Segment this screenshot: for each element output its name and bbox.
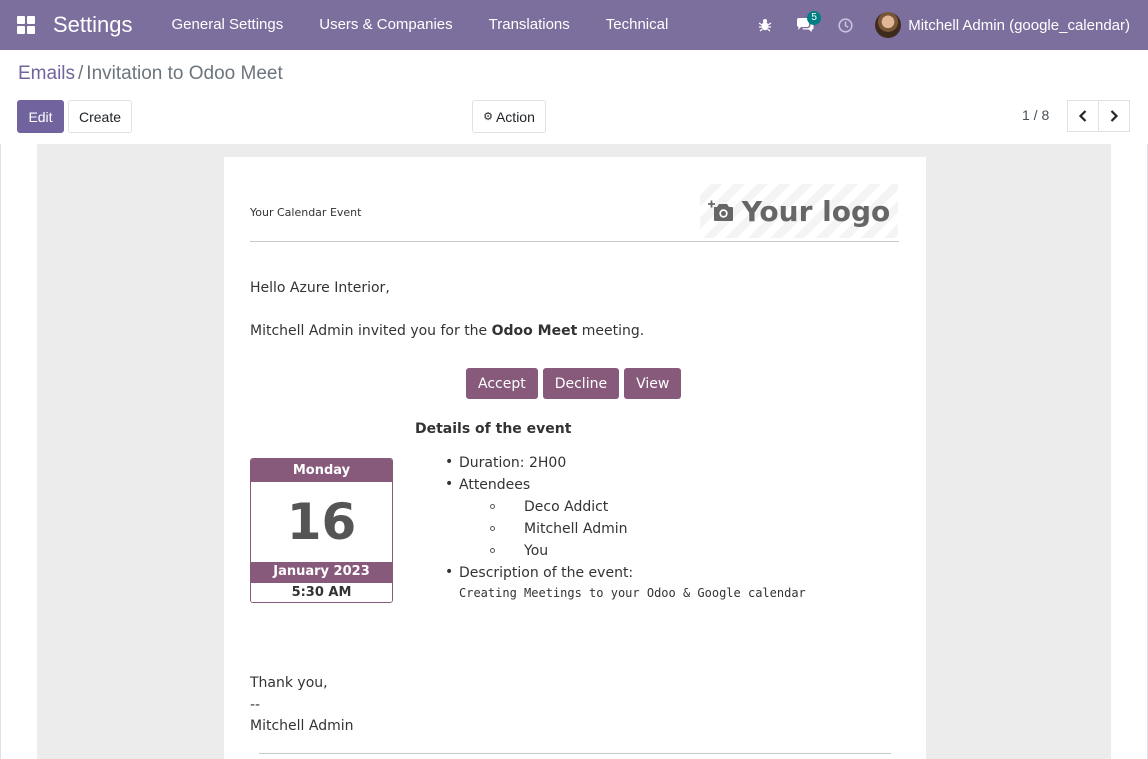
bullet-dot: • xyxy=(445,564,454,580)
details-title: Details of the event xyxy=(415,421,572,437)
pager-previous-button[interactable] xyxy=(1067,100,1099,132)
app-title[interactable]: Settings xyxy=(53,12,133,38)
bullet-circle xyxy=(490,504,495,509)
attendee-item: Deco Addict xyxy=(524,499,609,515)
signature-name: Mitchell Admin xyxy=(250,718,354,734)
invite-event-name: Odoo Meet xyxy=(491,323,578,339)
chevron-right-icon xyxy=(1110,110,1119,122)
logo-text: Your logo xyxy=(741,194,891,228)
attendee-item: You xyxy=(524,543,549,559)
pager-next-button[interactable] xyxy=(1098,100,1130,132)
edit-button[interactable]: Edit xyxy=(17,100,64,133)
top-navbar: Settings General Settings Users & Compan… xyxy=(0,0,1148,50)
activity-clock-icon[interactable] xyxy=(825,0,865,50)
apps-menu-button[interactable] xyxy=(0,0,52,50)
company-logo: Your logo xyxy=(700,184,898,238)
bullet-dot: • xyxy=(445,454,454,470)
messaging-button[interactable]: 5 xyxy=(785,0,825,50)
event-weekday: Monday xyxy=(251,459,392,482)
event-month-year: January 2023 xyxy=(251,562,392,582)
create-button[interactable]: Create xyxy=(68,100,132,133)
menu-general-settings[interactable]: General Settings xyxy=(154,0,302,50)
accept-button[interactable]: Accept xyxy=(466,368,538,399)
event-time: 5:30 AM xyxy=(251,582,392,602)
invite-prefix: Mitchell Admin invited you for the xyxy=(250,323,492,339)
systray: 5 Mitchell Admin (google_calendar) xyxy=(745,0,1148,50)
view-button[interactable]: View xyxy=(624,368,682,399)
camera-plus-icon xyxy=(707,200,733,221)
footer-divider xyxy=(259,753,891,754)
pager-value[interactable]: 1 / 8 xyxy=(1022,107,1049,123)
breadcrumb-current: Invitation to Odoo Meet xyxy=(86,63,283,84)
signature-separator: -- xyxy=(250,697,261,713)
thanks-text: Thank you, xyxy=(250,675,328,691)
decline-button[interactable]: Decline xyxy=(542,368,620,399)
breadcrumb: Emails / Invitation to Odoo Meet xyxy=(18,63,283,85)
menu-users-companies[interactable]: Users & Companies xyxy=(301,0,470,50)
invite-suffix: meeting. xyxy=(577,323,645,339)
action-label: Action xyxy=(495,108,535,125)
bullet-circle xyxy=(490,548,495,553)
description-text: Creating Meetings to your Odoo & Google … xyxy=(459,586,806,600)
attendee-item: Mitchell Admin xyxy=(524,521,628,537)
user-name: Mitchell Admin (google_calendar) xyxy=(908,16,1130,34)
greeting-text: Hello Azure Interior, xyxy=(250,280,390,296)
user-avatar xyxy=(875,12,902,38)
chevron-left-icon xyxy=(1078,110,1087,122)
debug-bug-icon[interactable] xyxy=(745,0,785,50)
menu-technical[interactable]: Technical xyxy=(588,0,687,50)
email-preview-background: Your Calendar Event Your logo Hello Azur… xyxy=(37,144,1111,759)
user-menu[interactable]: Mitchell Admin (google_calendar) xyxy=(865,0,1148,50)
invite-text: Mitchell Admin invited you for the Odoo … xyxy=(250,323,644,339)
description-label: Description of the event: xyxy=(459,565,634,581)
email-header-label: Your Calendar Event xyxy=(250,206,362,219)
bullet-dot: • xyxy=(445,476,454,492)
event-date-card: Monday 16 January 2023 5:30 AM xyxy=(250,458,393,603)
apps-grid-icon xyxy=(17,16,35,34)
gear-icon: ⚙ xyxy=(483,111,493,123)
attendees-label: Attendees xyxy=(459,477,531,493)
breadcrumb-separator: / xyxy=(78,63,84,84)
response-buttons: Accept Decline View xyxy=(466,368,682,399)
menu-translations[interactable]: Translations xyxy=(471,0,588,50)
breadcrumb-emails[interactable]: Emails xyxy=(18,63,75,84)
messages-count-badge: 5 xyxy=(807,11,822,25)
duration-item: Duration: 2H00 xyxy=(459,455,567,471)
event-day-number: 16 xyxy=(251,482,392,562)
header-divider xyxy=(250,241,899,242)
email-body: Your Calendar Event Your logo Hello Azur… xyxy=(224,157,926,759)
action-button[interactable]: ⚙ Action xyxy=(472,100,546,133)
form-content: Your Calendar Event Your logo Hello Azur… xyxy=(0,144,1148,759)
bullet-circle xyxy=(490,526,495,531)
